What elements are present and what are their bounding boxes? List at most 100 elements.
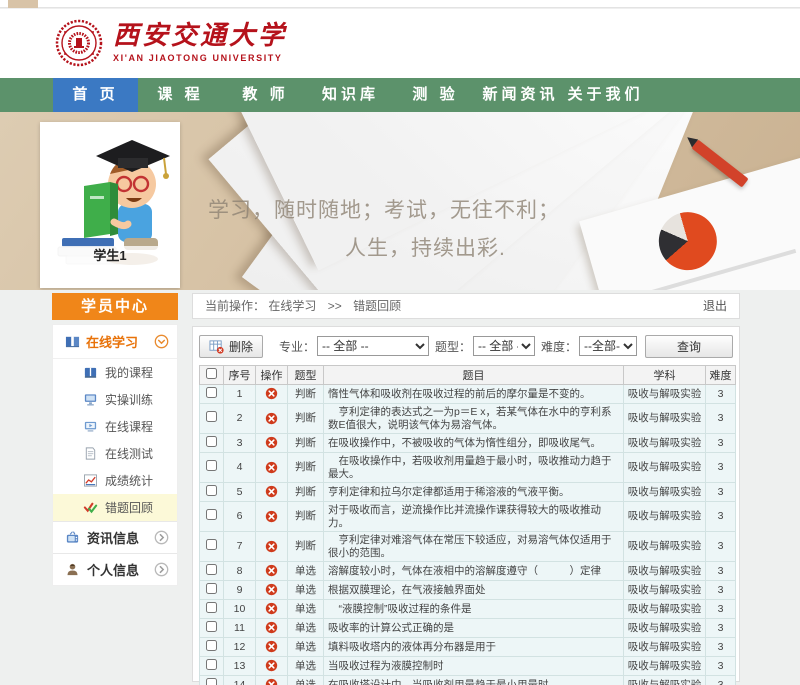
question-text[interactable]: 在吸收操作中，不被吸收的气体为惰性组分，即吸收尾气。 xyxy=(324,434,624,453)
sidebar-item-label: 成绩统计 xyxy=(105,472,153,489)
row-checkbox[interactable] xyxy=(206,411,217,422)
nav-item[interactable]: 测 验 xyxy=(393,78,478,112)
row-checkbox[interactable] xyxy=(206,387,217,398)
row-checkbox[interactable] xyxy=(206,640,217,651)
tv-icon xyxy=(65,530,80,545)
row-delete-icon[interactable] xyxy=(265,659,278,672)
question-text[interactable]: 亨利定律和拉乌尔定律都适用于稀溶液的气液平衡。 xyxy=(324,483,624,502)
question-type: 单选 xyxy=(288,638,324,657)
filter-select-major[interactable]: -- 全部 -- xyxy=(317,336,429,356)
sidebar-item[interactable]: 实操训练 xyxy=(53,386,177,413)
nav-item[interactable]: 课 程 xyxy=(138,78,223,112)
row-checkbox[interactable] xyxy=(206,485,217,496)
question-type: 单选 xyxy=(288,581,324,600)
sidebar-item[interactable]: 在线课程 xyxy=(53,413,177,440)
row-checkbox[interactable] xyxy=(206,583,217,594)
row-delete-icon[interactable] xyxy=(265,461,278,474)
row-checkbox[interactable] xyxy=(206,436,217,447)
row-checkbox[interactable] xyxy=(206,564,217,575)
difficulty: 3 xyxy=(706,532,736,562)
breadcrumb-path1[interactable]: 在线学习 xyxy=(268,299,316,313)
filter-select-difficulty[interactable]: --全部-- xyxy=(579,336,637,356)
row-delete-icon[interactable] xyxy=(265,485,278,498)
sidebar-section-online-learning[interactable]: 在线学习 xyxy=(53,325,177,359)
table-row: 4判断 在吸收操作中，若吸收剂用量趋于最小时，吸收推动力趋于最大。吸收与解吸实验… xyxy=(200,453,736,483)
student-name-label: 学生1 xyxy=(40,246,180,266)
table-row: 2判断 亨利定律的表达式之一为p＝E x，若某气体在水中的亨利系数E值很大，说明… xyxy=(200,404,736,434)
row-delete-icon[interactable] xyxy=(265,640,278,653)
row-delete-icon[interactable] xyxy=(265,678,278,685)
question-text[interactable]: 根据双膜理论，在气液接触界面处 xyxy=(324,581,624,600)
site-header: 西安交通大学 XI'AN JIAOTONG UNIVERSITY xyxy=(0,9,800,78)
question-text[interactable]: 填料吸收塔内的液体再分布器是用于 xyxy=(324,638,624,657)
row-checkbox[interactable] xyxy=(206,460,217,471)
delete-button[interactable]: 删除 xyxy=(199,335,263,358)
row-delete-icon[interactable] xyxy=(265,621,278,634)
subject: 吸收与解吸实验 xyxy=(624,385,706,404)
breadcrumb: 当前操作： 在线学习 >> 错题回顾 退出 xyxy=(192,293,740,319)
person-icon xyxy=(65,562,80,577)
sidebar-item-label: 错题回顾 xyxy=(105,499,153,516)
nav-item[interactable]: 关于我们 xyxy=(563,78,648,112)
question-type: 判断 xyxy=(288,453,324,483)
university-logo: 西安交通大学 XI'AN JIAOTONG UNIVERSITY xyxy=(55,19,287,67)
subject: 吸收与解吸实验 xyxy=(624,600,706,619)
row-checkbox[interactable] xyxy=(206,602,217,613)
filter-select-type[interactable]: -- 全部 -- xyxy=(473,336,535,356)
row-checkbox[interactable] xyxy=(206,621,217,632)
book-icon xyxy=(83,365,98,380)
row-number: 11 xyxy=(224,619,256,638)
banner-slogan-line2: 人生，持续出彩. xyxy=(345,232,506,262)
select-all-checkbox[interactable] xyxy=(206,368,217,379)
question-text[interactable]: 对于吸收而言，逆流操作比并流操作课获得较大的吸收推动力。 xyxy=(324,502,624,532)
query-button[interactable]: 查询 xyxy=(645,335,733,358)
chevron-right-circle-icon xyxy=(154,562,169,577)
table-row: 14单选在吸收塔设计中，当吸收剂用量趋于最小用量时吸收与解吸实验3 xyxy=(200,676,736,685)
question-text[interactable]: 在吸收塔设计中，当吸收剂用量趋于最小用量时 xyxy=(324,676,624,685)
row-delete-icon[interactable] xyxy=(265,602,278,615)
sidebar-item[interactable]: 错题回顾 xyxy=(53,494,177,521)
question-text[interactable]: “液膜控制”吸收过程的条件是 xyxy=(324,600,624,619)
row-checkbox[interactable] xyxy=(206,509,217,520)
nav-item[interactable]: 新闻资讯 xyxy=(478,78,563,112)
question-text[interactable]: 亨利定律对难溶气体在常压下较适应，对易溶气体仅适用于很小的范围。 xyxy=(324,532,624,562)
column-header: 操作 xyxy=(256,366,288,385)
main-column: 当前操作： 在线学习 >> 错题回顾 退出 删除 专业：-- 全部 --题型：-… xyxy=(192,293,740,682)
row-number: 9 xyxy=(224,581,256,600)
sidebar-group[interactable]: 个人信息 xyxy=(53,553,177,585)
sidebar-item-label: 在线课程 xyxy=(105,418,153,435)
sidebar-item[interactable]: 在线测试 xyxy=(53,440,177,467)
sidebar-item[interactable]: 我的课程 xyxy=(53,359,177,386)
row-delete-icon[interactable] xyxy=(265,436,278,449)
row-checkbox[interactable] xyxy=(206,678,217,685)
main-nav: 首 页课 程教 师知识库测 验新闻资讯关于我们 xyxy=(0,78,800,112)
row-delete-icon[interactable] xyxy=(265,540,278,553)
question-type: 判断 xyxy=(288,532,324,562)
row-checkbox[interactable] xyxy=(206,539,217,550)
question-text[interactable]: 亨利定律的表达式之一为p＝E x，若某气体在水中的亨利系数E值很大，说明该气体为… xyxy=(324,404,624,434)
banner-slogan-line1: 学习，随时随地；考试，无往不利； xyxy=(208,194,560,224)
computer-icon xyxy=(83,392,98,407)
nav-item[interactable]: 首 页 xyxy=(53,78,138,112)
question-text[interactable]: 当吸收过程为液膜控制时 xyxy=(324,657,624,676)
nav-item[interactable]: 知识库 xyxy=(308,78,393,112)
sidebar-item-label: 实操训练 xyxy=(105,391,153,408)
question-type: 单选 xyxy=(288,562,324,581)
table-row: 3判断在吸收操作中，不被吸收的气体为惰性组分，即吸收尾气。吸收与解吸实验3 xyxy=(200,434,736,453)
row-number: 3 xyxy=(224,434,256,453)
sidebar-item[interactable]: 成绩统计 xyxy=(53,467,177,494)
row-delete-icon[interactable] xyxy=(265,412,278,425)
university-seal-icon xyxy=(55,19,103,67)
nav-item[interactable]: 教 师 xyxy=(223,78,308,112)
row-delete-icon[interactable] xyxy=(265,387,278,400)
question-text[interactable]: 在吸收操作中，若吸收剂用量趋于最小时，吸收推动力趋于最大。 xyxy=(324,453,624,483)
question-text[interactable]: 惰性气体和吸收剂在吸收过程的前后的摩尔量是不变的。 xyxy=(324,385,624,404)
row-checkbox[interactable] xyxy=(206,659,217,670)
question-text[interactable]: 溶解度较小时，气体在液相中的溶解度遵守（ ）定律 xyxy=(324,562,624,581)
exit-link[interactable]: 退出 xyxy=(703,294,727,318)
row-delete-icon[interactable] xyxy=(265,510,278,523)
row-delete-icon[interactable] xyxy=(265,583,278,596)
question-text[interactable]: 吸收率的计算公式正确的是 xyxy=(324,619,624,638)
sidebar-group[interactable]: 资讯信息 xyxy=(53,521,177,553)
row-delete-icon[interactable] xyxy=(265,564,278,577)
